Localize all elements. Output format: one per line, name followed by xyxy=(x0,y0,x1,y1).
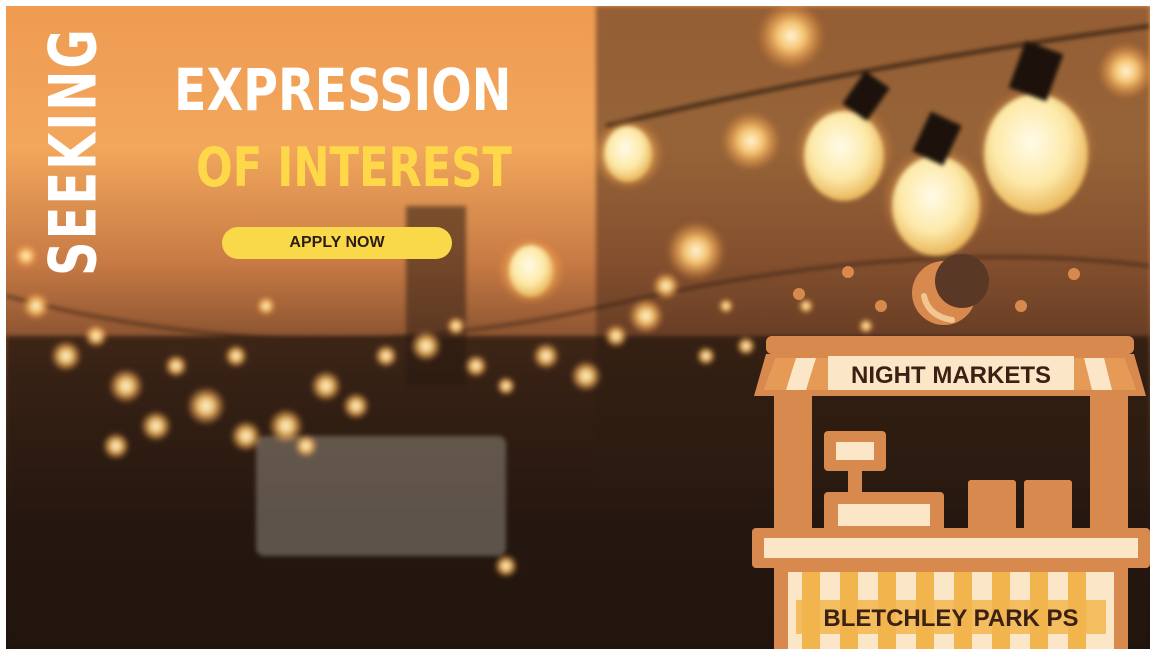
bokeh-light xyxy=(374,344,398,368)
bokeh-light xyxy=(224,344,248,368)
bokeh-light xyxy=(718,298,734,314)
bokeh-light xyxy=(410,330,442,362)
bokeh-light xyxy=(342,392,370,420)
bokeh-light xyxy=(108,368,144,404)
bokeh-light xyxy=(14,244,38,268)
headline-of-interest: OF INTEREST xyxy=(196,136,512,199)
bokeh-light xyxy=(186,386,226,426)
headline-expression: EXPRESSION xyxy=(174,56,512,124)
bokeh-light xyxy=(310,370,342,402)
banner: SEEKING EXPRESSION OF INTEREST APPLY NOW xyxy=(6,6,1150,649)
seeking-vertical-text: SEEKING xyxy=(36,27,112,276)
bokeh-light xyxy=(496,376,516,396)
bokeh-light xyxy=(736,336,756,356)
apply-now-button[interactable]: APPLY NOW xyxy=(222,227,452,259)
bokeh-light xyxy=(294,434,318,458)
bokeh-light xyxy=(494,554,518,578)
bokeh-light xyxy=(22,292,50,320)
bokeh-light xyxy=(164,354,188,378)
bokeh-light xyxy=(652,272,680,300)
bokeh-light xyxy=(230,420,262,452)
bokeh-light xyxy=(102,432,130,460)
bokeh-light xyxy=(256,296,276,316)
bokeh-light xyxy=(464,354,488,378)
bokeh-light xyxy=(446,316,466,336)
bokeh-light xyxy=(50,340,82,372)
bokeh-light xyxy=(570,360,602,392)
bokeh-light xyxy=(628,298,664,334)
bokeh-light xyxy=(84,324,108,348)
bokeh-light xyxy=(798,298,814,314)
bokeh-light xyxy=(140,410,172,442)
bokeh-light xyxy=(858,318,874,334)
bokeh-light xyxy=(532,342,560,370)
bokeh-light xyxy=(604,324,628,348)
bokeh-light xyxy=(696,346,716,366)
